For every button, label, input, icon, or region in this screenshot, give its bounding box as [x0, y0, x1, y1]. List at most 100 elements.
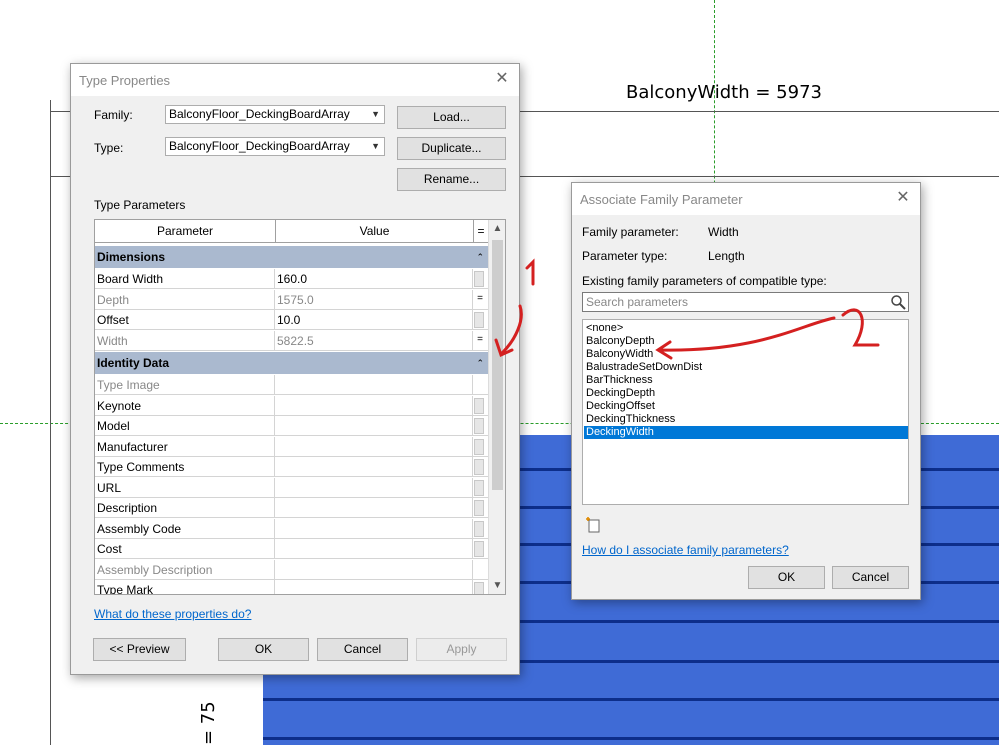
formula-box[interactable] [474, 418, 484, 434]
balcony-width-dimension[interactable]: BalconyWidth = 5973 [626, 82, 822, 103]
formula-box[interactable] [474, 582, 484, 594]
help-link[interactable]: What do these properties do? [94, 607, 251, 621]
table-row[interactable]: Depth 1575.0 = [95, 289, 488, 310]
column-header-formula[interactable]: = [474, 220, 488, 242]
group-identity-data[interactable]: Identity Data ⌃ [95, 352, 488, 374]
associate-parameter-button[interactable] [473, 437, 487, 456]
scroll-down-icon[interactable]: ▼ [489, 577, 505, 594]
collapse-icon[interactable]: ⌃ [476, 246, 484, 268]
table-row[interactable]: Description [95, 498, 488, 518]
parameter-value: 1575.0 [275, 289, 473, 309]
column-header-value[interactable]: Value [276, 220, 474, 242]
close-icon[interactable]: ✕ [894, 189, 912, 207]
list-item[interactable]: BarThickness [584, 374, 908, 387]
close-icon[interactable]: ✕ [493, 70, 511, 88]
preview-button[interactable]: << Preview [93, 638, 186, 661]
parameter-value[interactable]: 160.0 [275, 269, 473, 288]
parameter-value[interactable] [275, 518, 473, 538]
parameter-value[interactable] [275, 498, 473, 517]
formula-box[interactable] [474, 541, 484, 557]
formula-box[interactable] [474, 459, 484, 475]
dialog-title-bar[interactable]: Type Properties ✕ [71, 64, 519, 96]
formula-box[interactable] [474, 500, 484, 516]
associate-parameter-button[interactable] [473, 416, 487, 435]
table-row[interactable]: Assembly Description [95, 559, 488, 580]
new-parameter-icon[interactable] [585, 516, 603, 537]
associate-cancel-button[interactable]: Cancel [832, 566, 909, 589]
associate-parameter-button[interactable]: = [473, 331, 487, 350]
parameter-value[interactable] [275, 457, 473, 476]
dialog-title-bar[interactable]: Associate Family Parameter ✕ [572, 183, 920, 215]
table-row[interactable]: Model [95, 416, 488, 436]
collapse-icon[interactable]: ⌃ [476, 352, 484, 374]
table-row[interactable]: URL [95, 477, 488, 498]
apply-button[interactable]: Apply [416, 638, 507, 661]
list-item[interactable]: BalconyDepth [584, 335, 908, 348]
parameter-value[interactable] [275, 416, 473, 435]
load-button[interactable]: Load... [397, 106, 506, 129]
table-row[interactable]: Offset 10.0 [95, 310, 488, 330]
parameter-name: URL [95, 477, 275, 497]
associate-parameter-button[interactable] [473, 498, 487, 517]
associate-parameter-button[interactable] [473, 269, 487, 288]
parameter-value[interactable] [275, 395, 473, 415]
table-row[interactable]: Board Width 160.0 [95, 269, 488, 289]
search-icon[interactable] [890, 294, 906, 315]
parameters-list[interactable]: <none> BalconyDepth BalconyWidth Balustrade… [582, 319, 909, 505]
formula-box[interactable] [474, 271, 484, 287]
parameter-value[interactable] [275, 539, 473, 558]
associate-parameter-button[interactable] [473, 310, 487, 329]
associate-parameter-button[interactable] [473, 580, 487, 594]
table-row[interactable]: Cost [95, 539, 488, 559]
table-scrollbar[interactable]: ▲ ▼ [488, 220, 505, 594]
scrollbar-thumb[interactable] [492, 240, 503, 490]
parameter-value[interactable] [275, 477, 473, 497]
cancel-button[interactable]: Cancel [317, 638, 408, 661]
formula-box[interactable] [474, 520, 484, 537]
associate-parameter-button[interactable] [473, 457, 487, 476]
associate-parameter-button[interactable] [473, 478, 487, 497]
table-row[interactable]: Assembly Code [95, 518, 488, 539]
associate-parameter-button[interactable] [473, 539, 487, 558]
list-item[interactable]: DeckingDepth [584, 387, 908, 400]
list-item[interactable]: <none> [584, 322, 908, 335]
table-row[interactable]: Keynote [95, 395, 488, 416]
table-row[interactable]: Type Comments [95, 457, 488, 477]
parameter-value[interactable]: 10.0 [275, 310, 473, 329]
formula-box[interactable] [474, 397, 484, 414]
associate-ok-button[interactable]: OK [748, 566, 825, 589]
parameter-value[interactable] [275, 436, 473, 456]
associate-parameter-button[interactable] [473, 560, 487, 579]
search-input[interactable]: Search parameters [582, 292, 909, 312]
associate-parameter-button[interactable]: = [473, 290, 487, 309]
scroll-up-icon[interactable]: ▲ [489, 220, 505, 237]
parameter-name: Depth [95, 289, 275, 309]
duplicate-button[interactable]: Duplicate... [397, 137, 506, 160]
parameter-value[interactable] [275, 559, 473, 579]
table-row[interactable]: Type Mark [95, 580, 488, 594]
type-select[interactable]: BalconyFloor_DeckingBoardArray ▼ [165, 137, 385, 156]
parameter-value[interactable] [275, 580, 473, 594]
parameter-value[interactable] [275, 375, 473, 394]
list-item[interactable]: BalustradeSetDownDist [584, 361, 908, 374]
associate-help-link[interactable]: How do I associate family parameters? [582, 543, 789, 557]
ok-button[interactable]: OK [218, 638, 309, 661]
formula-box[interactable] [474, 312, 484, 328]
vertical-dimension-label[interactable]: = 75 [198, 701, 219, 745]
rename-button[interactable]: Rename... [397, 168, 506, 191]
family-select[interactable]: BalconyFloor_DeckingBoardArray ▼ [165, 105, 385, 124]
list-item[interactable]: BalconyWidth [584, 348, 908, 361]
column-header-parameter[interactable]: Parameter [95, 220, 276, 242]
associate-parameter-button[interactable] [473, 375, 487, 394]
list-item[interactable]: DeckingOffset [584, 400, 908, 413]
list-item[interactable]: DeckingThickness [584, 413, 908, 426]
associate-parameter-button[interactable] [473, 519, 487, 538]
list-item[interactable]: DeckingWidth [584, 426, 908, 439]
formula-box[interactable] [474, 479, 484, 496]
formula-box[interactable] [474, 438, 484, 455]
group-dimensions[interactable]: Dimensions ⌃ [95, 246, 488, 268]
table-row[interactable]: Manufacturer [95, 436, 488, 457]
table-row[interactable]: Width 5822.5 = [95, 330, 488, 351]
table-row[interactable]: Type Image [95, 375, 488, 395]
associate-parameter-button[interactable] [473, 396, 487, 415]
